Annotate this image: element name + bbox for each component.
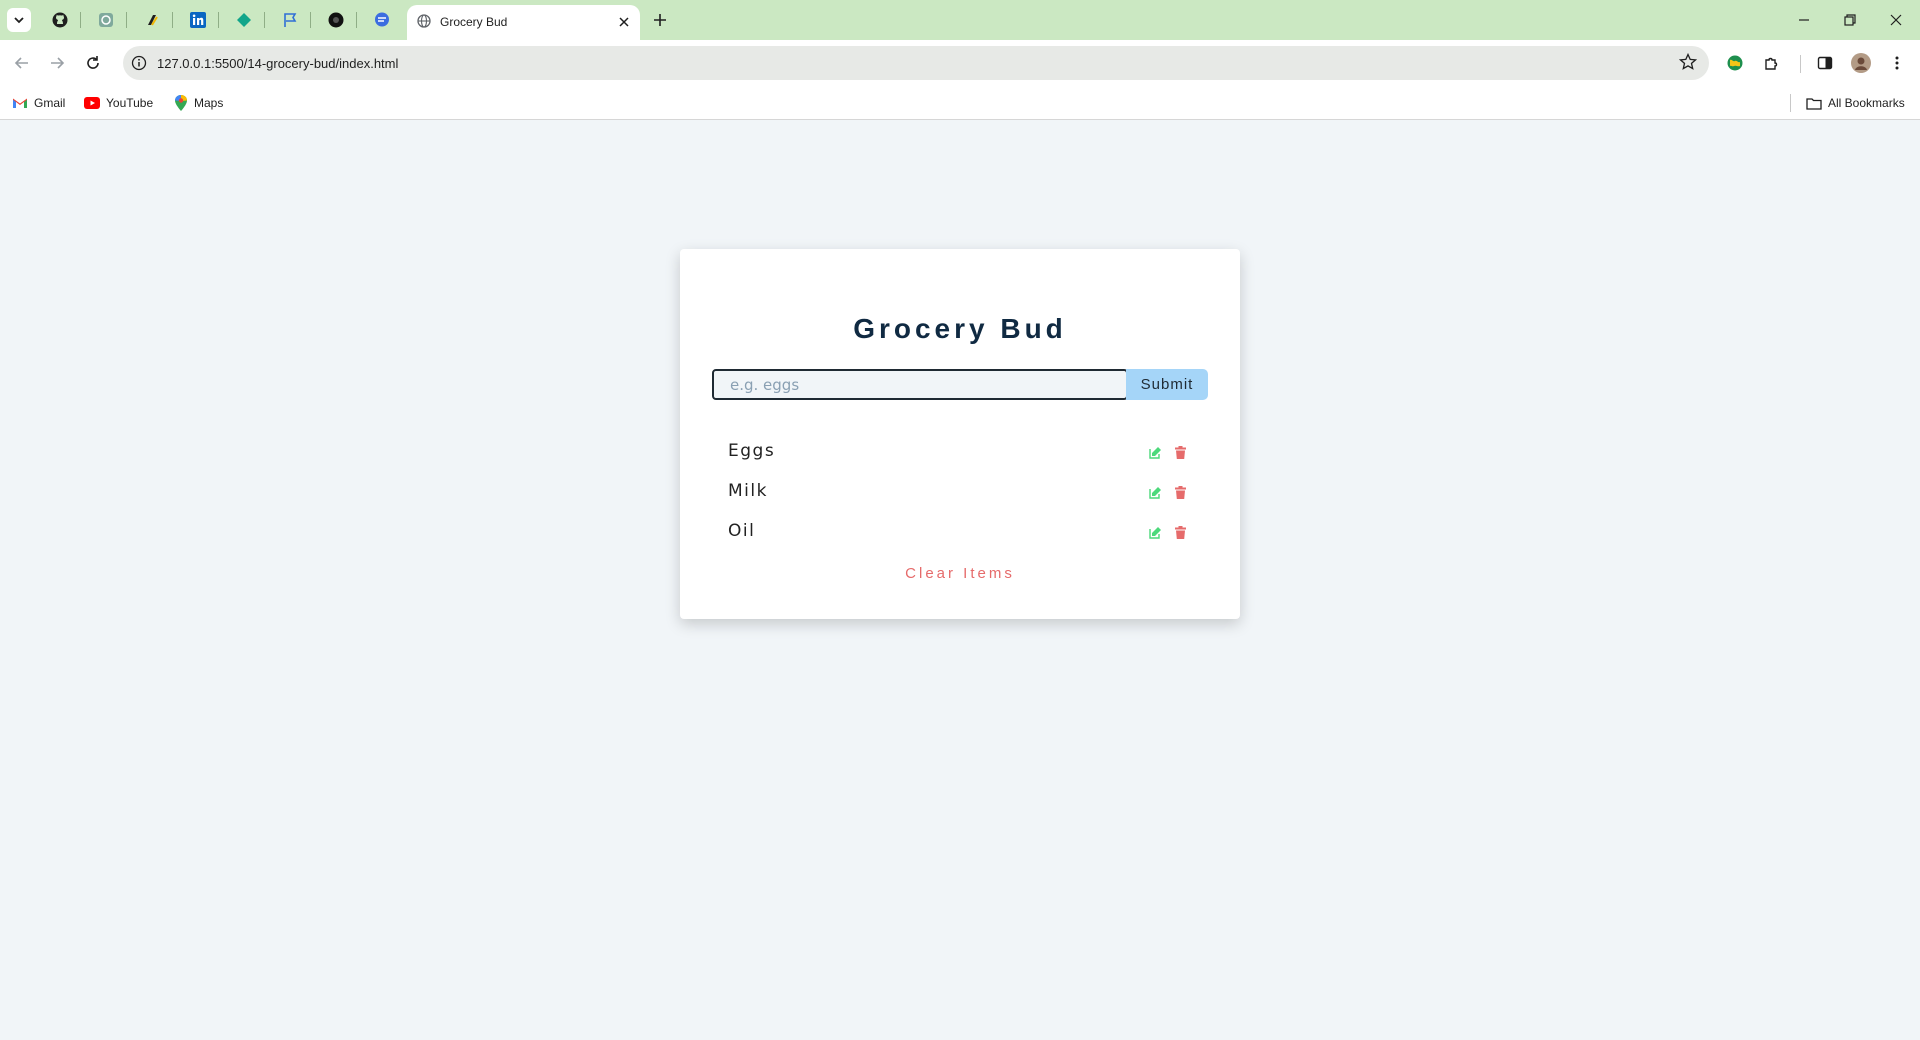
bookmark-maps[interactable]: Maps [174,93,223,113]
grocery-item: Oil [712,515,1208,547]
arrow-right-icon [51,57,65,69]
extension-button[interactable] [1723,51,1747,75]
edit-icon [1148,446,1161,459]
tab-search-button[interactable] [7,8,31,32]
pinned-tab-circle[interactable] [319,6,353,34]
extensions-button[interactable] [1760,51,1784,75]
pinned-tab-github[interactable] [43,6,77,34]
grocery-item: Milk [712,475,1208,507]
all-bookmarks-button[interactable]: All Bookmarks [1806,93,1905,113]
edit-button[interactable] [1148,445,1162,459]
close-icon [1890,14,1902,26]
close-window-button[interactable] [1873,0,1919,40]
more-vertical-icon [1895,56,1899,70]
tab-separator [356,12,357,28]
page-content: Grocery Bud Submit Eggs Milk Oil [0,120,1920,1040]
tab-separator [310,12,311,28]
reload-icon [87,56,99,69]
forward-button[interactable] [43,49,71,77]
side-panel-button[interactable] [1813,51,1837,75]
delete-button[interactable] [1173,525,1187,539]
chevron-down-icon [14,17,24,24]
trash-icon [1174,525,1186,539]
browser-toolbar: 127.0.0.1:5500/14-grocery-bud/index.html [0,40,1920,86]
bookmark-star-icon[interactable] [1678,52,1698,76]
address-bar[interactable]: 127.0.0.1:5500/14-grocery-bud/index.html [123,46,1709,80]
item-title: Eggs [728,441,776,461]
circle-icon [328,12,344,28]
edit-button[interactable] [1148,525,1162,539]
tab-separator [264,12,265,28]
bookmark-label: YouTube [106,96,154,110]
all-bookmarks-label: All Bookmarks [1828,96,1905,110]
tab-separator [126,12,127,28]
page-title: Grocery Bud [853,313,1067,344]
item-title: Milk [728,481,768,501]
globe-icon [417,14,431,33]
grocery-container: Grocery Bud Submit Eggs Milk Oil [680,249,1240,619]
new-tab-button[interactable] [648,8,672,32]
url-text: 127.0.0.1:5500/14-grocery-bud/index.html [157,56,399,71]
reload-button[interactable] [79,49,107,77]
grocery-input[interactable] [712,369,1128,400]
bookmark-label: Maps [194,96,224,110]
site-info-icon[interactable] [131,55,147,76]
minimize-icon [1799,19,1809,21]
bookmark-youtube[interactable]: YouTube [84,93,153,113]
flag-icon [284,13,297,27]
toolbar-divider [1800,55,1801,73]
pinned-tab-chat[interactable] [365,6,399,34]
bookmarks-divider [1790,94,1791,112]
folder-icon [1806,97,1822,110]
youtube-icon [84,97,100,109]
side-panel-icon [1817,56,1833,70]
extension-icon [148,15,158,26]
arrow-left-icon [14,57,28,69]
profile-button[interactable] [1849,51,1873,75]
bookmark-gmail[interactable]: Gmail [12,93,65,113]
restore-button[interactable] [1827,0,1873,40]
browser-menu-button[interactable] [1885,51,1909,75]
delete-button[interactable] [1173,485,1187,499]
minimize-button[interactable] [1781,0,1827,40]
openai-icon [99,13,113,27]
edit-button[interactable] [1148,485,1162,499]
tab-separator [80,12,81,28]
maps-icon [175,95,187,111]
delete-button[interactable] [1173,445,1187,459]
github-icon [52,12,68,28]
tab-title: Grocery Bud [440,15,508,29]
trash-icon [1174,485,1186,499]
tab-strip: Grocery Bud [0,0,1920,40]
plus-icon [654,14,666,26]
pinned-tab-flag[interactable] [273,6,307,34]
chat-icon [375,12,389,27]
clear-items-button[interactable]: Clear Items [680,565,1240,582]
trash-icon [1174,445,1186,459]
pinned-tab-openai[interactable] [89,6,123,34]
tab-close-button[interactable] [614,12,634,32]
diamond-icon [237,13,251,27]
item-title: Oil [728,521,756,541]
pinned-tab-diamond[interactable] [227,6,261,34]
close-icon [619,17,629,27]
restore-icon [1844,14,1856,26]
puzzle-icon [1765,57,1778,70]
tab-separator [218,12,219,28]
submit-button[interactable]: Submit [1126,369,1208,400]
back-button[interactable] [8,49,36,77]
edit-icon [1148,526,1161,539]
linkedin-icon [190,12,206,28]
bookmarks-bar: Gmail YouTube Maps All Bookmarks [0,86,1920,120]
active-tab[interactable]: Grocery Bud [407,5,640,40]
bookmark-label: Gmail [34,96,66,110]
globe-extension-icon [1727,55,1743,71]
edit-icon [1148,486,1161,499]
pinned-tab-extension[interactable] [135,6,169,34]
grocery-item: Eggs [712,435,1208,467]
gmail-icon [12,97,28,109]
tab-separator [172,12,173,28]
pinned-tab-linkedin[interactable] [181,6,215,34]
avatar [1851,53,1871,73]
